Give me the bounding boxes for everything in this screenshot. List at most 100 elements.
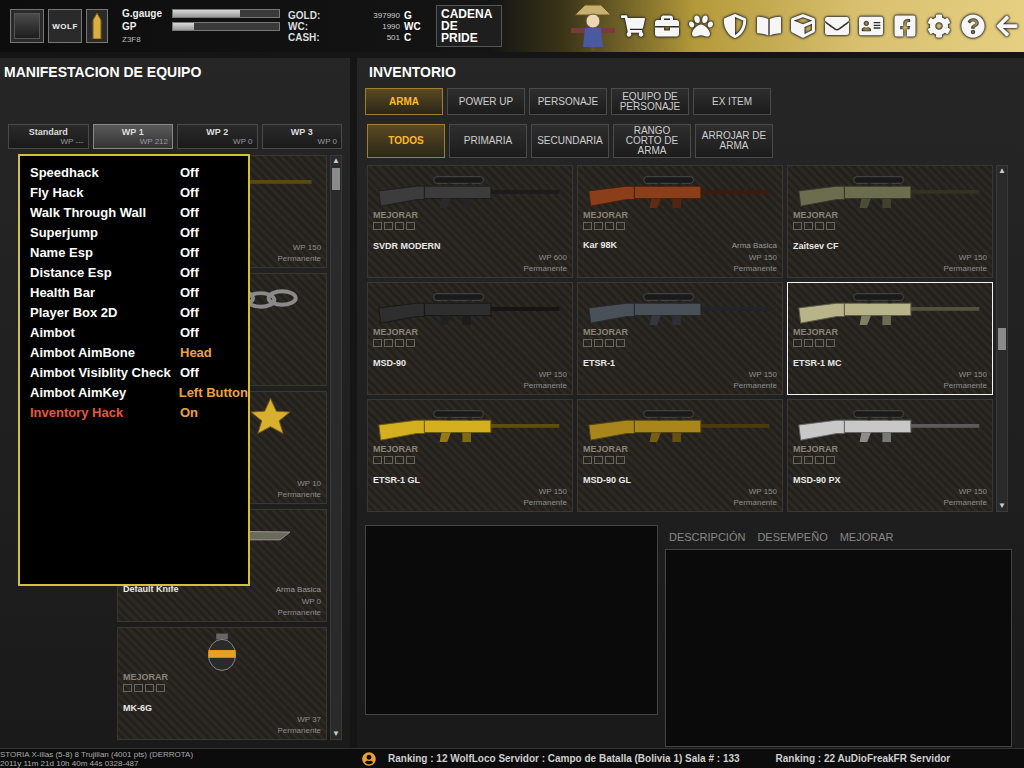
top-bar: WOLFG.gaugeGPZ3F8GOLD:397990GWC:1990WCCA… bbox=[0, 0, 1024, 52]
top-icon-button[interactable] bbox=[857, 11, 884, 41]
tab-label: WP 1 bbox=[98, 127, 169, 137]
inventory-item[interactable]: MEJORARMSD-90WP 150Permanente bbox=[367, 282, 573, 395]
top-icon-button[interactable] bbox=[823, 11, 850, 41]
detail-tab[interactable]: DESCRIPCIÓN bbox=[665, 531, 749, 543]
item-duration: Permanente bbox=[583, 380, 777, 391]
hack-menu-row[interactable]: SuperjumpOff bbox=[30, 222, 248, 242]
inventory-item[interactable]: MEJORARMSD-90 PXWP 150Permanente bbox=[787, 399, 993, 512]
detail-tab[interactable]: DESEMPEÑO bbox=[753, 531, 831, 543]
top-icon-button[interactable] bbox=[959, 11, 986, 41]
loadout-tab[interactable]: StandardWP --- bbox=[8, 124, 89, 149]
top-icon-button[interactable] bbox=[721, 11, 748, 41]
player-code: Z3F8 bbox=[122, 35, 172, 44]
category-tab[interactable]: EQUIPO DE PERSONAJE bbox=[611, 88, 689, 115]
inventory-item[interactable]: MEJORARETSR-1WP 150Permanente bbox=[577, 282, 783, 395]
rifle-icon bbox=[585, 287, 775, 327]
hack-menu-row[interactable]: Health BarOff bbox=[30, 282, 248, 302]
category-tab[interactable]: ARMA bbox=[365, 88, 443, 115]
detail-tab[interactable]: MEJORAR bbox=[836, 531, 898, 543]
item-duration: Permanente bbox=[793, 380, 987, 391]
scroll-thumb[interactable] bbox=[998, 328, 1006, 350]
hack-value: On bbox=[180, 405, 198, 420]
inventory-item[interactable]: MEJORARSVDR MODERNWP 600Permanente bbox=[367, 165, 573, 278]
inventory-item[interactable]: MEJORARETSR-1 GLWP 150Permanente bbox=[367, 399, 573, 512]
hack-menu-row[interactable]: Distance EspOff bbox=[30, 262, 248, 282]
top-icon-button[interactable] bbox=[619, 11, 646, 41]
upgrade-label: MEJORAR bbox=[583, 327, 777, 337]
loadout-tab[interactable]: WP 3WP 0 bbox=[262, 124, 343, 149]
filter-tab[interactable]: PRIMARIA bbox=[449, 124, 527, 158]
loadout-tab[interactable]: WP 2WP 0 bbox=[177, 124, 258, 149]
top-icon-button[interactable] bbox=[925, 11, 952, 41]
scroll-thumb[interactable] bbox=[332, 168, 340, 190]
tab-wp: WP 212 bbox=[98, 137, 169, 146]
upgrade-box bbox=[594, 456, 603, 464]
hack-menu-row[interactable]: Aimbot AimKeyLeft Button bbox=[30, 382, 248, 402]
hack-menu-row[interactable]: Fly HackOff bbox=[30, 182, 248, 202]
category-tab[interactable]: PERSONAJE bbox=[529, 88, 607, 115]
badge-icon[interactable] bbox=[723, 14, 747, 38]
history-line: STORIA X-illas (5-8) 8 Trujillan (4001 p… bbox=[0, 750, 362, 759]
item-art bbox=[793, 287, 987, 327]
top-icon-button[interactable] bbox=[687, 11, 714, 41]
hack-menu-row[interactable]: Player Box 2DOff bbox=[30, 302, 248, 322]
category-tab[interactable]: EX ITEM bbox=[693, 88, 771, 115]
upgrade-box bbox=[145, 684, 154, 692]
currency-value: 501 bbox=[332, 32, 400, 43]
scroll-down[interactable]: ▼ bbox=[332, 729, 340, 739]
filter-tab[interactable]: ARROJAR DE ARMA bbox=[695, 124, 773, 158]
mail-icon[interactable] bbox=[825, 14, 849, 38]
back-icon[interactable] bbox=[995, 14, 1019, 38]
box-icon[interactable] bbox=[791, 14, 815, 38]
scroll-up[interactable]: ▲ bbox=[998, 166, 1006, 176]
help-icon[interactable] bbox=[961, 14, 985, 38]
hack-menu-row[interactable]: Aimbot Visiblity CheckOff bbox=[30, 362, 248, 382]
contacts-icon[interactable] bbox=[859, 14, 883, 38]
hack-menu-row[interactable]: Walk Through WallOff bbox=[30, 202, 248, 222]
hack-menu-row[interactable]: Inventory HackOn bbox=[30, 402, 248, 422]
inventory-item[interactable]: MEJORARETSR-1 MCWP 150Permanente bbox=[787, 282, 993, 395]
filter-tab[interactable]: SECUNDARIA bbox=[531, 124, 609, 158]
scroll-up[interactable]: ▲ bbox=[332, 156, 340, 166]
top-icon-button[interactable] bbox=[993, 11, 1020, 41]
history-line: 2011y 11m 21d 10h 40m 44s 0328-487 bbox=[0, 759, 362, 768]
inventory-scrollbar[interactable]: ▲▼ bbox=[996, 165, 1008, 512]
upgrade-box bbox=[793, 222, 802, 230]
inventory-item[interactable]: MEJORARKar 98KArma BasicaWP 150Permanent… bbox=[577, 165, 783, 278]
loadout-tab[interactable]: WP 1WP 212 bbox=[93, 124, 174, 149]
slot-scrollbar[interactable]: ▲▼ bbox=[330, 155, 342, 740]
book-icon[interactable] bbox=[757, 14, 781, 38]
hack-menu-row[interactable]: AimbotOff bbox=[30, 322, 248, 342]
item-name: Kar 98K bbox=[583, 239, 617, 251]
scroll-down[interactable]: ▼ bbox=[998, 501, 1006, 511]
facebook-icon[interactable] bbox=[893, 14, 917, 38]
hack-value: Left Button bbox=[179, 385, 248, 400]
name-row: MK-6G bbox=[123, 702, 321, 714]
inventory-item[interactable]: MEJORARMSD-90 GLWP 150Permanente bbox=[577, 399, 783, 512]
top-icon-button[interactable] bbox=[653, 11, 680, 41]
filter-tab[interactable]: RANGO CORTO DE ARMA bbox=[613, 124, 691, 158]
gear-icon[interactable] bbox=[927, 14, 951, 38]
hack-menu-row[interactable]: Aimbot AimBoneHead bbox=[30, 342, 248, 362]
wolf-icon[interactable] bbox=[689, 14, 713, 38]
hack-menu-row[interactable]: Name EspOff bbox=[30, 242, 248, 262]
category-tab[interactable]: POWER UP bbox=[447, 88, 525, 115]
inventory-item[interactable]: MEJORARZaitsev CFWP 150Permanente bbox=[787, 165, 993, 278]
upgrade-box bbox=[384, 222, 393, 230]
top-icon-button[interactable] bbox=[789, 11, 816, 41]
rank-icon bbox=[14, 13, 40, 39]
equipment-slot[interactable]: MEJORARMK-6GWP 37Permanente bbox=[117, 627, 327, 740]
upgrade-boxes bbox=[583, 222, 777, 230]
title-logo: CADENA DE PRIDE bbox=[436, 5, 502, 47]
panel-title: INVENTORIO bbox=[365, 58, 1012, 86]
filter-tab[interactable]: TODOS bbox=[367, 124, 445, 158]
cart-icon[interactable] bbox=[621, 14, 645, 38]
top-icon-button[interactable] bbox=[891, 11, 918, 41]
item-duration: Permanente bbox=[123, 725, 321, 736]
hack-menu-row[interactable]: SpeedhackOff bbox=[30, 162, 248, 182]
upgrade-label: MEJORAR bbox=[793, 327, 987, 337]
item-name: ETSR-1 MC bbox=[793, 357, 842, 369]
briefcase-icon[interactable] bbox=[655, 14, 679, 38]
top-icon-button[interactable] bbox=[755, 11, 782, 41]
item-duration: Permanente bbox=[583, 497, 777, 508]
